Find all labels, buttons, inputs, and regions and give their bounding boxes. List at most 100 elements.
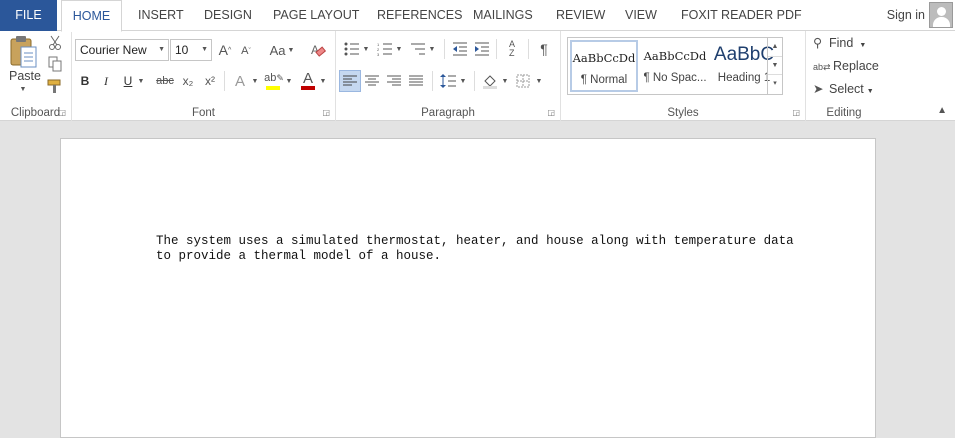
style-no-spacing[interactable]: AaBbCcDd ¶ No Spac... (640, 40, 710, 92)
chevron-down-icon: ▼ (158, 46, 165, 53)
tab-home[interactable]: HOME (61, 0, 122, 32)
svg-text:3: 3 (377, 52, 380, 56)
styles-scroll-down-icon[interactable]: ▼ (768, 57, 782, 76)
font-name-dropdown[interactable]: Courier New ▼ (75, 39, 169, 61)
styles-dialog-launcher-icon[interactable]: ◲ (792, 108, 800, 117)
multilevel-list-icon[interactable] (407, 39, 429, 59)
grow-font-icon[interactable]: A ^ (216, 40, 234, 60)
align-right-icon[interactable] (384, 71, 404, 91)
styles-gallery: AaBbCcDd ¶ Normal AaBbCcDd ¶ No Spac... … (567, 37, 783, 95)
line-spacing-icon[interactable] (438, 71, 458, 91)
font-color-icon[interactable]: A (298, 69, 318, 87)
ribbon-tab-bar: FILE HOME INSERT DESIGN PAGE LAYOUT REFE… (0, 0, 955, 32)
binoculars-icon: ⚲ (813, 36, 823, 50)
style-normal-name: ¶ Normal (580, 74, 628, 86)
paragraph-dialog-launcher-icon[interactable]: ◲ (547, 108, 555, 117)
underline-button[interactable]: U (120, 71, 136, 91)
paste-dropdown-icon[interactable]: ▼ (18, 85, 28, 93)
tab-view[interactable]: VIEW (625, 0, 657, 31)
collapse-ribbon-icon[interactable]: ▲ (937, 105, 947, 116)
avatar-icon[interactable] (929, 2, 953, 28)
tab-references[interactable]: REFERENCES (377, 0, 462, 31)
line-spacing-dropdown-icon[interactable]: ▼ (458, 71, 468, 91)
subscript-button[interactable]: x₂ (178, 71, 198, 91)
bold-button[interactable]: B (77, 71, 93, 91)
borders-dropdown-icon[interactable]: ▼ (534, 71, 544, 91)
underline-dropdown-icon[interactable]: ▼ (136, 71, 146, 91)
tab-mailings[interactable]: MAILINGS (473, 0, 533, 31)
align-left-icon[interactable] (339, 70, 361, 92)
style-no-spacing-preview: AaBbCcDd (643, 49, 707, 63)
font-group: Courier New ▼ 10 ▼ A ^ Aˇ Aa ▼ A B I U ▼ abc… (72, 31, 336, 121)
cut-icon[interactable] (46, 34, 64, 52)
strikethrough-button[interactable]: abc (152, 71, 178, 91)
find-label: Find (829, 36, 854, 50)
increase-indent-icon[interactable] (472, 39, 492, 59)
highlight-dropdown-icon[interactable]: ▼ (284, 71, 294, 91)
replace-label: Replace (833, 59, 879, 73)
tab-file[interactable]: FILE (0, 0, 57, 31)
find-dropdown-icon[interactable]: ▼ (859, 42, 866, 49)
italic-button[interactable]: I (98, 71, 114, 91)
font-dialog-launcher-icon[interactable]: ◲ (322, 108, 330, 117)
style-normal[interactable]: AaBbCcDd ¶ Normal (570, 40, 638, 92)
numbering-icon[interactable]: 123 (374, 39, 396, 59)
tab-insert[interactable]: INSERT (138, 0, 184, 31)
document-page[interactable]: The system uses a simulated thermostat, … (60, 138, 876, 438)
font-group-label: Font (191, 107, 215, 119)
paste-icon[interactable] (6, 34, 40, 70)
copy-icon[interactable] (46, 55, 64, 73)
ribbon: Paste ▼ Clipboard ◲ Courier New ▼ 10 ▼ A ^ … (0, 31, 955, 121)
decrease-indent-icon[interactable] (450, 39, 470, 59)
select-label: Select (829, 82, 864, 96)
shrink-font-icon[interactable]: Aˇ (238, 42, 254, 60)
bullets-dropdown-icon[interactable]: ▼ (361, 39, 371, 59)
styles-group-label: Styles (667, 107, 699, 119)
highlight-color-swatch (266, 86, 280, 90)
styles-scroll-up-icon[interactable]: ▲ (768, 38, 782, 57)
multilevel-dropdown-icon[interactable]: ▼ (427, 39, 437, 59)
replace-icon: ab⇄ (813, 62, 831, 72)
font-color-swatch (301, 86, 315, 90)
cursor-arrow-icon: ➤ (813, 82, 824, 96)
numbering-dropdown-icon[interactable]: ▼ (394, 39, 404, 59)
tab-page-layout[interactable]: PAGE LAYOUT (273, 0, 359, 31)
editing-group-label: Editing (826, 107, 862, 119)
clipboard-dialog-launcher-icon[interactable]: ◲ (58, 108, 66, 117)
bullets-icon[interactable] (341, 39, 363, 59)
tab-foxit-reader-pdf[interactable]: FOXIT READER PDF (681, 0, 802, 31)
sign-in-link[interactable]: Sign in (887, 0, 925, 31)
paste-label[interactable]: Paste (9, 69, 41, 83)
document-body-text[interactable]: The system uses a simulated thermostat, … (156, 234, 796, 264)
justify-icon[interactable] (406, 71, 426, 91)
styles-scrollbar[interactable]: ▲ ▼ ▾ (767, 38, 782, 94)
clear-formatting-icon[interactable]: A (308, 40, 328, 60)
shading-icon[interactable] (480, 71, 500, 91)
chevron-down-icon: ▼ (201, 46, 208, 53)
tab-design[interactable]: DESIGN (204, 0, 252, 31)
text-effects-icon[interactable]: A (230, 71, 250, 91)
text-highlight-icon[interactable]: ab ✎ (264, 69, 284, 87)
replace-button[interactable]: ab⇄ Replace (813, 56, 879, 76)
format-painter-icon[interactable] (46, 77, 64, 95)
font-size-dropdown[interactable]: 10 ▼ (170, 39, 212, 61)
tab-review[interactable]: REVIEW (556, 0, 605, 31)
borders-icon[interactable] (513, 71, 533, 91)
change-case-icon[interactable]: Aa ▼ (268, 40, 296, 60)
text-effects-dropdown-icon[interactable]: ▼ (250, 71, 260, 91)
clipboard-group: Paste ▼ Clipboard ◲ (0, 31, 72, 121)
superscript-button[interactable]: x² (200, 71, 220, 91)
paragraph-group: ▼ 123 ▼ ▼ AZ ¶ ▼ ▼ ▼ Paragraph ◲ (336, 31, 561, 121)
paragraph-group-label: Paragraph (421, 107, 475, 119)
styles-more-icon[interactable]: ▾ (768, 75, 782, 94)
font-name-value: Courier New (80, 43, 147, 57)
select-dropdown-icon[interactable]: ▼ (867, 88, 874, 95)
shading-dropdown-icon[interactable]: ▼ (500, 71, 510, 91)
show-formatting-marks-icon[interactable]: ¶ (534, 39, 554, 59)
select-button[interactable]: ➤ Select ▼ (813, 79, 874, 99)
style-no-spacing-name: ¶ No Spac... (643, 72, 707, 84)
sort-icon[interactable]: AZ (502, 38, 522, 60)
font-color-dropdown-icon[interactable]: ▼ (318, 71, 328, 91)
align-center-icon[interactable] (362, 71, 382, 91)
find-button[interactable]: ⚲ Find ▼ (813, 33, 866, 53)
